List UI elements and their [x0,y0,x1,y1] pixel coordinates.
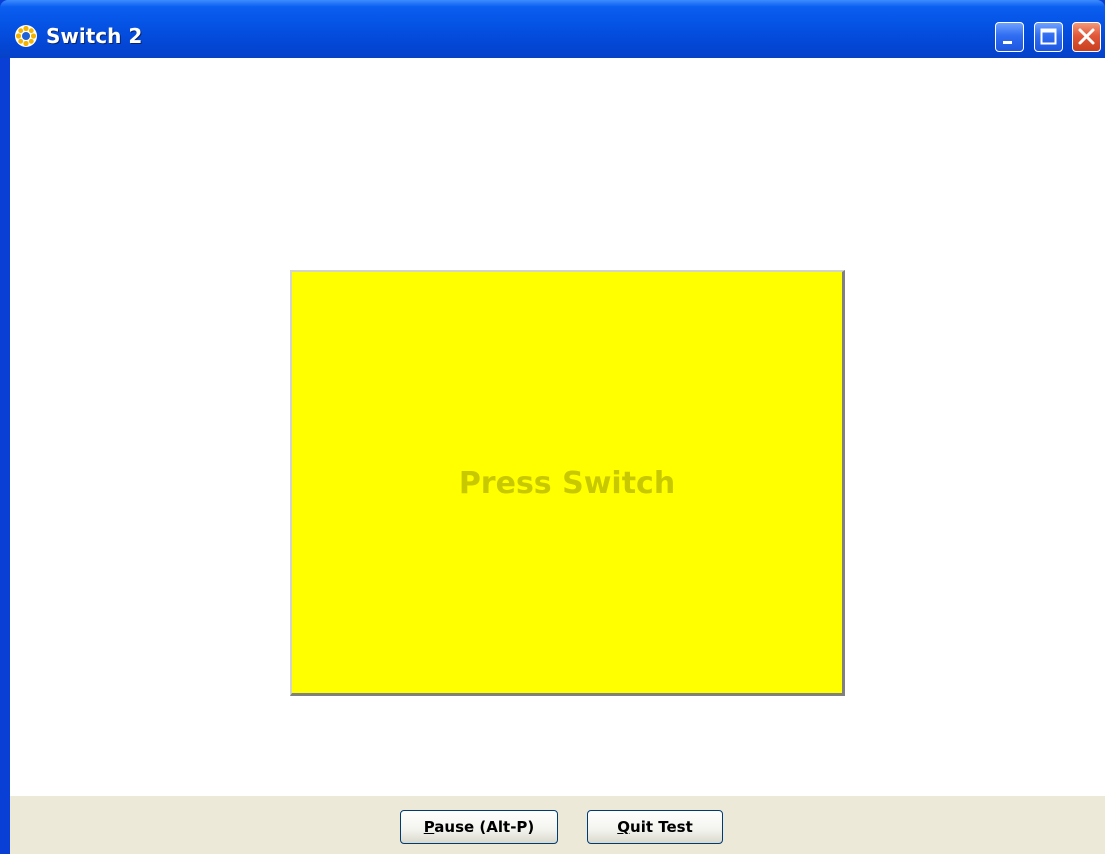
switch-prompt: Press Switch [458,466,676,501]
button-bar: Pause (Alt-P) Quit Test [10,796,1105,854]
switch-panel[interactable]: Press Switch [290,270,845,696]
window-title: Switch 2 [46,24,143,48]
pause-button[interactable]: Pause (Alt-P) [400,810,558,844]
title-bar[interactable]: Switch 2 [0,0,1105,58]
close-button[interactable] [1072,22,1101,52]
app-window: Switch 2 Press Switch Pause (Alt-P) Quit… [0,0,1105,854]
quit-mnemonic: Q [617,818,631,836]
maximize-button[interactable] [1034,22,1063,52]
quit-test-button[interactable]: Quit Test [587,810,723,844]
pause-mnemonic: P [423,818,435,836]
pause-label: ause (Alt-P) [434,818,535,836]
quit-label: uit Test [630,818,693,836]
minimize-button[interactable] [995,22,1024,52]
gear-icon [14,24,38,48]
